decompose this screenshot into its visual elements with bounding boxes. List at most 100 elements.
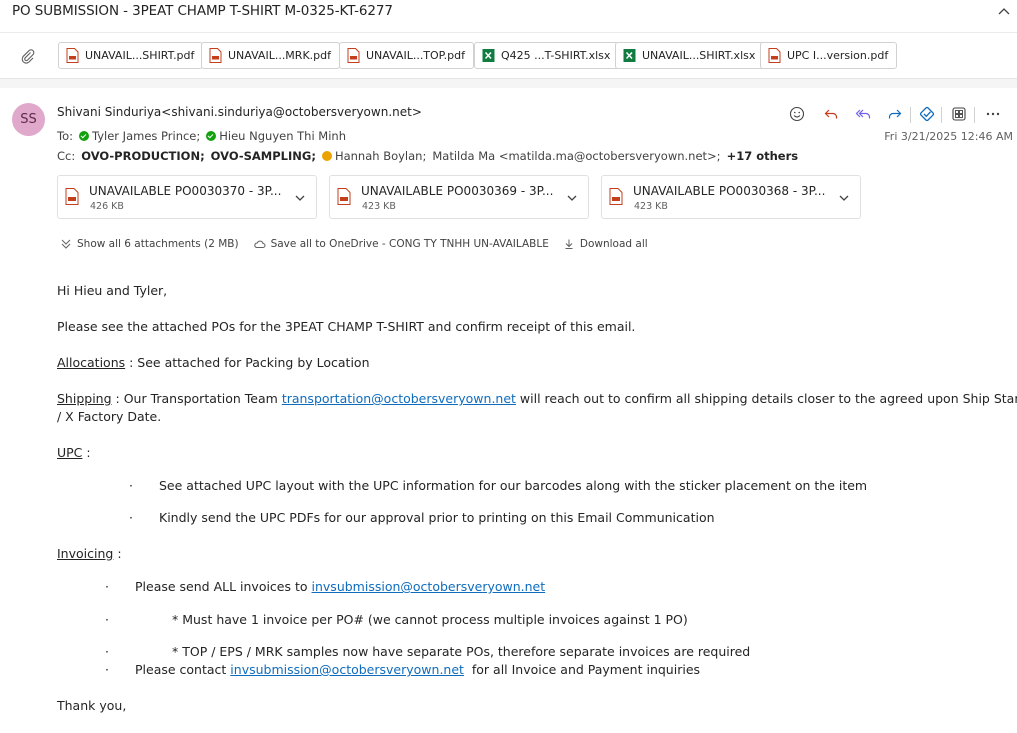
attachment-chip[interactable]: UPC I...version.pdf <box>760 42 898 69</box>
cc-person[interactable]: Hannah Boylan; <box>335 149 426 163</box>
bullet: · <box>105 579 109 594</box>
attachment-chip[interactable]: UNAVAIL...SHIRT.xlsx <box>615 42 765 69</box>
download-all-button[interactable]: Download all <box>563 238 648 250</box>
chevron-down-icon[interactable] <box>838 192 850 204</box>
paperclip-icon <box>20 48 36 64</box>
shipping-paragraph: Shipping : Our Transportation Team trans… <box>57 391 1017 406</box>
double-chevron-down-icon <box>61 239 71 249</box>
bullet: · <box>105 644 109 659</box>
download-all-label: Download all <box>579 238 648 250</box>
show-all-label: Show all 6 attachments (2 MB) <box>77 238 239 250</box>
cc-group[interactable]: OVO-PRODUCTION; <box>81 149 204 163</box>
contact-line: Please contact invsubmission@octobersver… <box>135 662 700 677</box>
attachment-strip: UNAVAIL...SHIRT.pdf UNAVAIL...MRK.pdf UN… <box>0 32 1017 78</box>
sent-date: Fri 3/21/2025 12:46 AM <box>884 130 1013 143</box>
chevron-down-icon[interactable] <box>566 192 578 204</box>
bullet: · <box>105 612 109 627</box>
shipping-line-2: / X Factory Date. <box>57 409 162 424</box>
upc-heading: UPC <box>57 445 83 460</box>
upc-colon: : <box>82 445 91 460</box>
attachment-actions: Show all 6 attachments (2 MB) Save all t… <box>60 238 648 250</box>
presence-away-icon <box>321 151 332 161</box>
attachment-size: 423 KB <box>362 201 396 212</box>
email-subject: PO SUBMISSION - 3PEAT CHAMP T-SHIRT M-03… <box>12 3 393 19</box>
reply-icon[interactable] <box>821 104 841 124</box>
sender-name[interactable]: Shivani Sinduriya<shivani.sinduriya@octo… <box>57 105 422 119</box>
attachment-size: 426 KB <box>90 201 124 212</box>
cloud-icon <box>253 240 266 248</box>
more-actions-icon[interactable] <box>983 104 1003 124</box>
invsubmission-email-link[interactable]: invsubmission@octobersveryown.net <box>230 662 464 677</box>
attachment-chip-label: UNAVAIL...TOP.pdf <box>366 49 465 62</box>
attachment-name: UNAVAILABLE PO0030370 - 3P... <box>89 184 282 198</box>
attachment-name: UNAVAILABLE PO0030368 - 3P... <box>633 184 826 198</box>
to-label: To: <box>57 129 73 143</box>
show-all-attachments-button[interactable]: Show all 6 attachments (2 MB) <box>60 238 239 250</box>
attachment-size: 423 KB <box>634 201 668 212</box>
shipping-text: : Our Transportation Team <box>111 391 282 406</box>
attachment-chip-label: UPC I...version.pdf <box>787 49 889 62</box>
attachment-chip-label: UNAVAIL...SHIRT.xlsx <box>642 49 756 62</box>
section-divider <box>0 78 1017 88</box>
pdf-file-icon <box>609 188 623 205</box>
pdf-file-icon <box>209 48 222 63</box>
recipient-name[interactable]: Tyler James Prince; <box>92 129 200 143</box>
toolbar-separator <box>910 107 911 123</box>
pdf-file-icon <box>768 48 781 63</box>
attachment-card[interactable]: UNAVAILABLE PO0030369 - 3P... 423 KB <box>329 175 589 219</box>
save-to-onedrive-button[interactable]: Save all to OneDrive - CONG TY TNHH UN-A… <box>253 238 549 250</box>
forward-icon[interactable] <box>885 104 905 124</box>
upc-paragraph: UPC : <box>57 445 91 460</box>
download-icon <box>565 239 573 249</box>
cc-group[interactable]: OVO-SAMPLING; <box>211 149 316 163</box>
invoicing-heading: Invoicing <box>57 546 114 561</box>
attachment-chip[interactable]: UNAVAIL...SHIRT.pdf <box>58 42 204 69</box>
attachment-chip[interactable]: UNAVAIL...TOP.pdf <box>339 42 474 69</box>
invoicing-colon: : <box>113 546 122 561</box>
attachment-chip[interactable]: Q425 ...T-SHIRT.xlsx <box>474 42 620 69</box>
presence-available-icon <box>206 131 217 141</box>
apps-icon[interactable] <box>949 104 969 124</box>
contact-text: Please contact <box>135 662 231 677</box>
sender-avatar[interactable]: SS <box>12 103 45 136</box>
attachment-card[interactable]: UNAVAILABLE PO0030370 - 3P... 426 KB <box>57 175 317 219</box>
attachment-chip[interactable]: UNAVAIL...MRK.pdf <box>201 42 340 69</box>
transportation-email-link[interactable]: transportation@octobersveryown.net <box>282 391 516 406</box>
message-actions <box>787 104 1017 124</box>
toolbar-separator <box>941 107 942 123</box>
pdf-file-icon <box>337 188 351 205</box>
presence-available-icon <box>78 131 89 141</box>
excel-file-icon <box>482 49 495 62</box>
excel-file-icon <box>623 49 636 62</box>
bullet: · <box>129 478 133 493</box>
invoicing-paragraph: Invoicing : <box>57 546 122 561</box>
collapse-chevron-up-icon[interactable] <box>995 3 1013 21</box>
pdf-file-icon <box>66 48 79 63</box>
recipient-name[interactable]: Hieu Nguyen Thi Minh <box>219 129 346 143</box>
attachment-chip-label: Q425 ...T-SHIRT.xlsx <box>501 49 611 62</box>
loop-component-icon[interactable] <box>917 104 937 124</box>
invsubmission-email-link[interactable]: invsubmission@octobersveryown.net <box>312 579 546 594</box>
bullet: · <box>129 510 133 525</box>
emoji-react-icon[interactable] <box>787 104 807 124</box>
invoice-note-1: * Must have 1 invoice per PO# (we cannot… <box>172 612 688 627</box>
pdf-file-icon <box>347 48 360 63</box>
chevron-down-icon[interactable] <box>294 192 306 204</box>
shipping-text: will reach out to confirm all shipping d… <box>515 391 1017 406</box>
allocations-text: : See attached for Packing by Location <box>125 355 370 370</box>
more-recipients-link[interactable]: +17 others <box>727 149 799 163</box>
attachment-chip-label: UNAVAIL...SHIRT.pdf <box>85 49 195 62</box>
pdf-file-icon <box>65 188 79 205</box>
subject-bar: PO SUBMISSION - 3PEAT CHAMP T-SHIRT M-03… <box>0 0 1017 26</box>
cc-label: Cc: <box>57 149 76 163</box>
contact-text: for all Invoice and Payment inquiries <box>463 662 701 677</box>
cc-person[interactable]: Matilda Ma <matilda.ma@octobersveryown.n… <box>432 149 720 163</box>
invoice-send-line: Please send ALL invoices to invsubmissio… <box>135 579 545 594</box>
greeting: Hi Hieu and Tyler, <box>57 283 168 298</box>
invoice-send-text: Please send ALL invoices to <box>135 579 312 594</box>
to-recipients: To: Tyler James Prince; Hieu Nguyen Thi … <box>57 129 346 143</box>
reply-all-icon[interactable] <box>853 104 873 124</box>
attachment-card[interactable]: UNAVAILABLE PO0030368 - 3P... 423 KB <box>601 175 861 219</box>
bullet: · <box>105 662 109 677</box>
attachment-name: UNAVAILABLE PO0030369 - 3P... <box>361 184 554 198</box>
